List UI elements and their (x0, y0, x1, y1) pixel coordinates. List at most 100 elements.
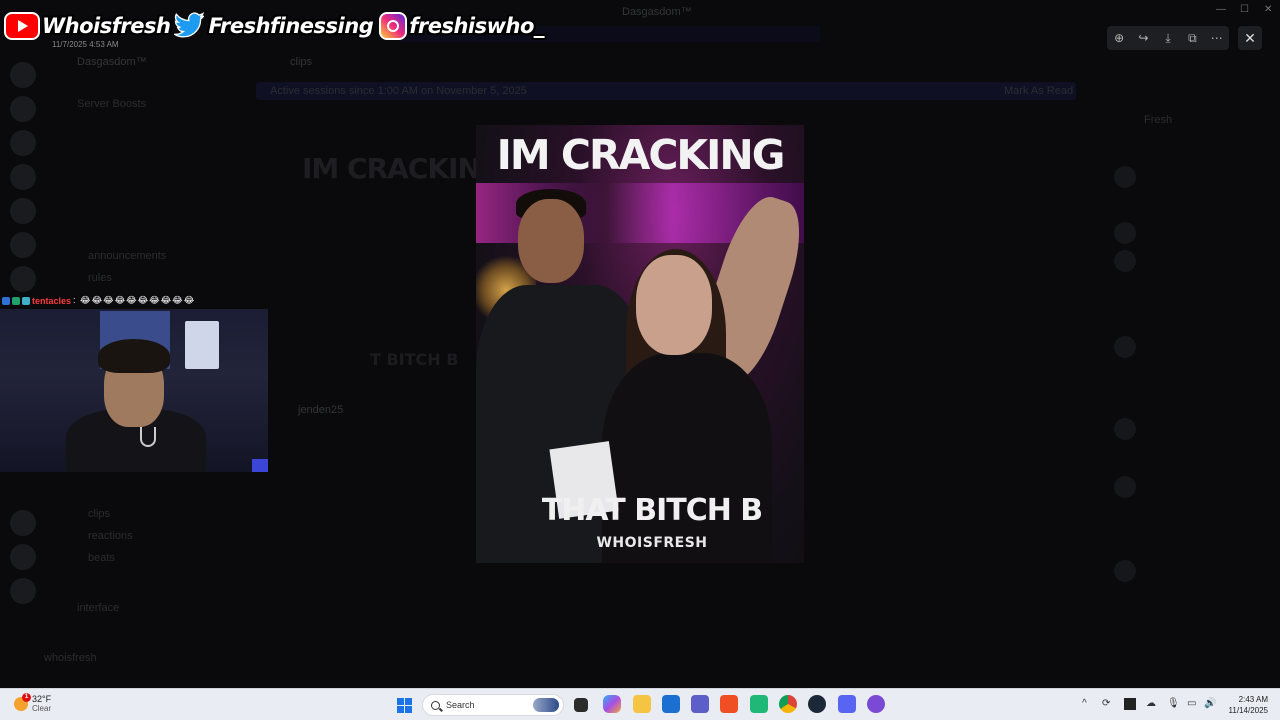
member-avatar[interactable] (1114, 222, 1136, 244)
app-icon[interactable] (750, 695, 768, 713)
windows-taskbar: 1 32°F Clear Search ^ ⟳ ☁ 🎙 ▭ 🔊 2:43 AM … (0, 688, 1280, 720)
more-icon[interactable]: ⋯ (1208, 31, 1226, 45)
server-icon[interactable] (10, 544, 36, 570)
search-label: Search (446, 700, 475, 710)
search-icon (431, 700, 440, 710)
instagram-icon (379, 12, 408, 40)
brave-icon[interactable] (720, 695, 738, 713)
instagram-handle-text: freshiswho_ (409, 14, 544, 38)
chat-message-text: : 😂😂😂😂😂😂😂😂😂😂 (73, 295, 196, 305)
weather-alert-badge: 1 (22, 693, 31, 702)
tray-app-icon[interactable] (1124, 698, 1136, 710)
channel-item[interactable]: Server Boosts (77, 98, 146, 110)
close-icon[interactable]: ✕ (1238, 26, 1262, 50)
person-face (518, 199, 584, 283)
server-icon[interactable] (10, 232, 36, 258)
person-face (636, 255, 712, 355)
copilot-icon[interactable] (603, 695, 621, 713)
task-view-icon[interactable] (574, 698, 588, 712)
webcam-overlay (0, 309, 268, 472)
weather-temp: 32°F (32, 694, 52, 704)
media-viewer-toolbar: ⊕ ↪ ⤓ ⧉ ⋯ (1107, 26, 1229, 50)
member-avatar[interactable] (1114, 166, 1136, 188)
banner-text: Active sessions since 1:00 AM on Novembe… (270, 85, 527, 97)
window-close-icon[interactable]: ✕ (1264, 4, 1272, 15)
stream-chat-message: tentacles : 😂😂😂😂😂😂😂😂😂😂 (2, 295, 195, 306)
led-light (252, 459, 268, 472)
weather-widget[interactable]: 1 32°F Clear (14, 693, 52, 714)
teams-icon[interactable] (691, 695, 709, 713)
video-caption-bottom: THAT BITCH B (541, 493, 763, 528)
chrome-icon[interactable] (779, 695, 797, 713)
download-icon[interactable]: ⤓ (1159, 31, 1177, 46)
taskbar-search[interactable]: Search (422, 694, 564, 716)
cloud-icon[interactable]: ☁ (1146, 698, 1156, 709)
chat-badge-icon (12, 296, 20, 305)
server-icon[interactable] (10, 62, 36, 88)
search-highlight-icon (533, 698, 559, 712)
streamer-chain (140, 427, 156, 447)
server-icon[interactable] (10, 96, 36, 122)
member-avatar[interactable] (1114, 336, 1136, 358)
system-clock[interactable]: 2:43 AM 11/14/2025 (1222, 694, 1268, 716)
message-author[interactable]: jenden25 (298, 404, 343, 416)
youtube-handle-text: Whoisfresh (42, 14, 171, 38)
forward-icon[interactable]: ↪ (1135, 31, 1153, 45)
channel-item[interactable]: beats (88, 552, 115, 564)
instagram-handle: freshiswho_ (379, 12, 544, 40)
channel-item[interactable]: clips (88, 508, 110, 520)
server-icon[interactable] (10, 164, 36, 190)
twitter-handle-text: Freshfinessing (208, 14, 374, 38)
server-icon[interactable] (10, 266, 36, 292)
embed-title-ghost: IM CRACKING (302, 152, 503, 185)
window-title: Dasgasdom™ (622, 6, 692, 18)
channel-item[interactable]: rules (88, 272, 112, 284)
server-icon[interactable] (10, 130, 36, 156)
member-name[interactable]: Fresh (1144, 114, 1172, 126)
store-icon[interactable] (662, 695, 680, 713)
twitter-handle: Freshfinessing (172, 10, 374, 42)
folder-icon[interactable] (633, 695, 651, 713)
sync-icon[interactable]: ⟳ (1102, 698, 1110, 709)
discord-icon[interactable] (838, 695, 856, 713)
server-name: Dasgasdom™ (77, 56, 147, 68)
media-viewer-video[interactable]: IM CRACKING THAT BITCH B WHOISFRESH (476, 125, 804, 563)
server-icon[interactable] (10, 578, 36, 604)
embed-subtitle-ghost: T BITCH B (370, 350, 459, 369)
video-caption-top: IM CRACKING (496, 131, 786, 179)
member-avatar[interactable] (1114, 418, 1136, 440)
youtube-icon (4, 12, 40, 40)
mic-icon[interactable]: 🎙 (1167, 698, 1180, 709)
steam-icon[interactable] (808, 695, 826, 713)
minimize-icon[interactable]: — (1216, 4, 1226, 15)
member-avatar[interactable] (1114, 250, 1136, 272)
app-circle-icon[interactable] (867, 695, 885, 713)
channel-item[interactable]: announcements (88, 250, 166, 262)
clock-time: 2:43 AM (1238, 695, 1268, 704)
network-icon[interactable]: ▭ (1187, 698, 1196, 709)
mark-read-button[interactable]: Mark As Read (1004, 85, 1073, 97)
volume-icon[interactable]: 🔊 (1204, 698, 1216, 709)
server-icon[interactable] (10, 198, 36, 224)
weather-sun-icon: 1 (14, 693, 31, 711)
person-figure (602, 353, 772, 563)
channel-item[interactable]: interface (77, 602, 119, 614)
member-avatar[interactable] (1114, 560, 1136, 582)
zoom-icon[interactable]: ⊕ (1110, 31, 1128, 45)
chat-emotes: 😂😂😂😂😂😂😂😂😂😂 (80, 295, 196, 305)
server-icon[interactable] (10, 510, 36, 536)
tray-overflow-icon[interactable]: ^ (1082, 698, 1087, 709)
unread-banner[interactable]: Active sessions since 1:00 AM on Novembe… (256, 82, 1076, 100)
video-watermark: WHOISFRESH (596, 535, 708, 551)
open-external-icon[interactable]: ⧉ (1183, 31, 1201, 46)
maximize-icon[interactable]: ☐ (1240, 4, 1249, 15)
start-button[interactable] (397, 698, 412, 713)
recording-timestamp: 11/7/2025 4:53 AM (52, 40, 119, 49)
youtube-handle: Whoisfresh (0, 12, 171, 40)
member-avatar[interactable] (1114, 476, 1136, 498)
chat-username: tentacles (32, 295, 72, 306)
member-list: Fresh (1100, 100, 1280, 680)
clock-date: 11/14/2025 (1228, 706, 1268, 715)
channel-item[interactable]: reactions (88, 530, 133, 542)
twitter-icon (172, 10, 206, 42)
